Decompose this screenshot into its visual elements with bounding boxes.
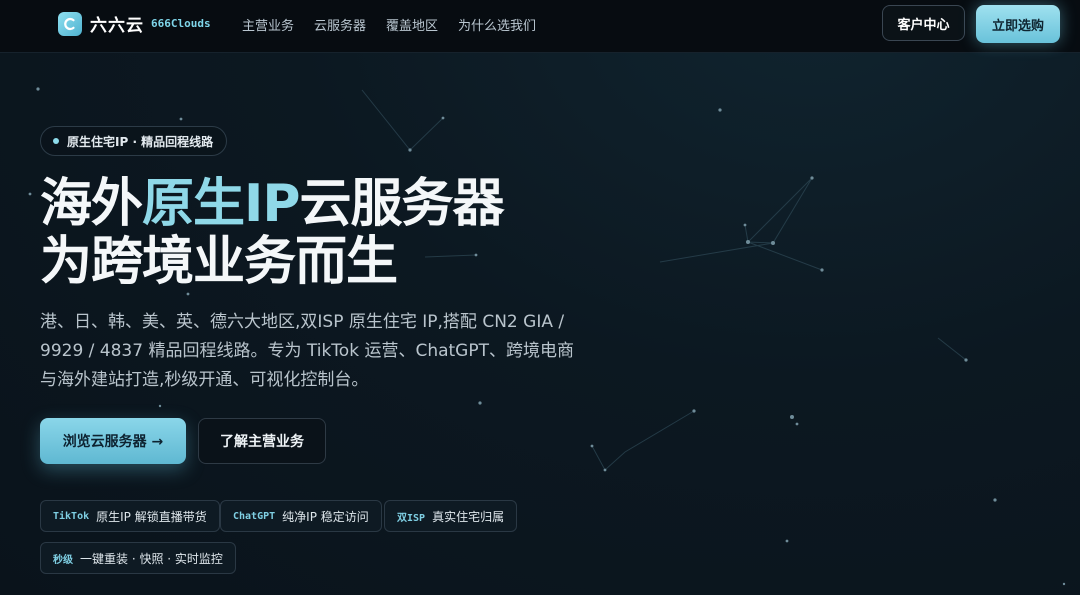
chip-key: 秒级 <box>53 554 73 566</box>
nav-item-regions[interactable]: 覆盖地区 <box>386 15 438 34</box>
dot-icon <box>53 138 59 144</box>
feature-chip-dual-isp: 双ISP 真实住宅归属 <box>384 500 518 532</box>
feature-pill-text: 原生住宅IP · 精品回程线路 <box>67 134 214 149</box>
chip-key: 双ISP <box>397 512 426 524</box>
feature-pill: 原生住宅IP · 精品回程线路 <box>40 126 228 156</box>
client-center-button[interactable]: 客户中心 <box>882 5 965 41</box>
hero-description: 港、日、韩、美、英、德六大地区,双ISP 原生住宅 IP,搭配 CN2 GIA … <box>40 312 574 390</box>
browse-servers-button[interactable]: 浏览云服务器 → <box>40 418 186 464</box>
hero-title-highlight: 原生IP <box>142 174 300 234</box>
brand-name[interactable]: 六六云 <box>90 11 144 36</box>
hero-title: 海外原生IP云服务器 为跨境业务而生 <box>40 174 505 292</box>
chip-text: 一键重装 · 快照 · 实时监控 <box>80 551 223 566</box>
chip-text: 纯净IP 稳定访问 <box>282 509 369 524</box>
feature-chip-chatgpt: ChatGPT 纯净IP 稳定访问 <box>220 500 382 532</box>
chip-text: 真实住宅归属 <box>432 509 505 524</box>
buy-now-button[interactable]: 立即选购 <box>976 5 1060 43</box>
hero-title-part-a: 海外 <box>40 174 143 234</box>
top-navbar: 六六云 666Clouds 主营业务 云服务器 覆盖地区 为什么选我们 客户中心… <box>0 0 1080 53</box>
nav-item-why-us[interactable]: 为什么选我们 <box>458 15 536 34</box>
cloud-c-logo-icon[interactable] <box>58 12 82 36</box>
chip-key: TikTok <box>53 510 90 522</box>
learn-business-button[interactable]: 了解主营业务 <box>198 418 326 464</box>
main-nav: 主营业务 云服务器 覆盖地区 为什么选我们 <box>242 15 536 34</box>
brand-subtitle: 666Clouds <box>151 17 211 30</box>
chip-text: 原生IP 解锁直播带货 <box>96 509 207 524</box>
hero-title-part-b: 云服务器 <box>299 174 504 234</box>
chip-key: ChatGPT <box>233 510 276 522</box>
feature-chip-instant: 秒级 一键重装 · 快照 · 实时监控 <box>40 542 236 574</box>
feature-chip-tiktok: TikTok 原生IP 解锁直播带货 <box>40 500 220 532</box>
nav-item-cloud-servers[interactable]: 云服务器 <box>314 15 366 34</box>
nav-item-business[interactable]: 主营业务 <box>242 15 294 34</box>
hero-title-line2: 为跨境业务而生 <box>40 232 398 292</box>
